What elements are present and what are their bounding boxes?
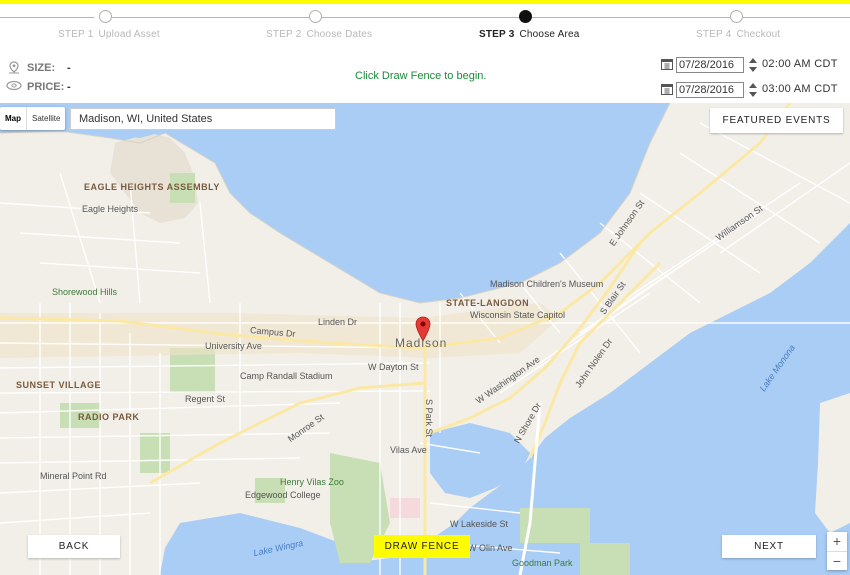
start-date-input[interactable] [676, 57, 744, 73]
start-time-value: 02:00 [762, 58, 792, 70]
map-label-edgewood-college: Edgewood College [245, 490, 321, 500]
map-label-madison: Madison [395, 336, 448, 350]
map-label-w-dayton-st: W Dayton St [368, 362, 419, 372]
step-1-dot[interactable] [99, 10, 112, 23]
step-4-label[interactable]: STEP 4 Checkout [696, 29, 780, 40]
calendar-icon[interactable] [661, 83, 673, 95]
zoom-in-button[interactable]: + [827, 532, 847, 551]
step-connector [106, 17, 309, 18]
map-label-linden-dr: Linden Dr [318, 317, 358, 327]
price-row: PRICE: - [27, 81, 71, 93]
start-datetime: 02:00 AM CDT [661, 57, 846, 73]
start-time[interactable]: 02:00 AM CDT [762, 58, 838, 70]
step-connector [532, 17, 730, 18]
end-time-value: 03:00 [762, 83, 792, 95]
step-title: Choose Area [519, 29, 580, 40]
map-label-goodman-park: Goodman Park [512, 558, 573, 568]
step-number: STEP 2 [266, 29, 302, 40]
map-label-childrens-museum: Madison Children's Museum [490, 279, 604, 289]
map-label-state-langdon: STATE-LANGDON [446, 298, 530, 308]
map-canvas[interactable]: Madison EAGLE HEIGHTS ASSEMBLY Eagle Hei… [0, 103, 850, 575]
next-button[interactable]: NEXT [722, 535, 816, 558]
zoom-controls: + − [827, 532, 847, 570]
step-title: Choose Dates [306, 29, 373, 40]
map-label-shorewood-hills: Shorewood Hills [52, 287, 118, 297]
map-label-camp-randall: Camp Randall Stadium [240, 371, 333, 381]
map-label-eagle-heights: Eagle Heights [82, 204, 139, 214]
price-value: - [67, 81, 71, 93]
size-row: SIZE: - [27, 62, 71, 74]
map-label-olin-ave: W Olin Ave [468, 543, 513, 553]
size-label: SIZE: [27, 62, 56, 74]
draw-fence-button[interactable]: DRAW FENCE [374, 535, 470, 558]
zoom-out-button[interactable]: − [827, 551, 847, 571]
end-time[interactable]: 03:00 AM CDT [762, 83, 838, 95]
map-label-capitol: Wisconsin State Capitol [470, 310, 566, 320]
end-time-ampm: AM [793, 83, 811, 95]
featured-events-button[interactable]: FEATURED EVENTS [710, 108, 843, 133]
step-number: STEP 4 [696, 29, 732, 40]
end-datetime: 03:00 AM CDT [661, 82, 846, 98]
price-label: PRICE: [27, 81, 65, 93]
map-label-s-park-st: S Park St [424, 398, 435, 438]
end-time-tz: CDT [814, 83, 838, 95]
map-label-vilas-ave: Vilas Ave [390, 445, 427, 455]
calendar-icon[interactable] [661, 58, 673, 70]
start-time-tz: CDT [814, 58, 838, 70]
back-button[interactable]: BACK [28, 535, 120, 558]
step-title: Checkout [736, 29, 781, 40]
step-4-dot[interactable] [730, 10, 743, 23]
location-search-input[interactable] [70, 108, 336, 130]
step-connector [742, 17, 850, 18]
start-time-spinner-icon[interactable] [748, 57, 758, 73]
step-3-label[interactable]: STEP 3 Choose Area [479, 29, 580, 40]
step-connector [321, 17, 520, 18]
map-label-regent-st: Regent St [185, 394, 226, 404]
money-icon [6, 80, 22, 91]
step-number: STEP 1 [58, 29, 94, 40]
size-value: - [67, 62, 71, 74]
map-label-radio-park: RADIO PARK [78, 412, 140, 422]
step-title: Upload Asset [98, 29, 160, 40]
map-label-mineral-point-rd: Mineral Point Rd [40, 471, 107, 481]
map-type-map-button[interactable]: Map [0, 107, 26, 130]
map-label-eagle-heights-assembly: EAGLE HEIGHTS ASSEMBLY [84, 182, 220, 192]
location-pin-icon [9, 61, 19, 74]
map-type-toggle: Map Satellite [0, 107, 66, 130]
map-label-university-ave: University Ave [205, 341, 262, 351]
step-2-label[interactable]: STEP 2 Choose Dates [266, 29, 372, 40]
draw-fence-hint: Click Draw Fence to begin. [355, 70, 487, 82]
end-date-input[interactable] [676, 82, 744, 98]
start-time-ampm: AM [793, 58, 811, 70]
end-time-spinner-icon[interactable] [748, 82, 758, 98]
step-progress: STEP 1 Upload Asset STEP 2 Choose Dates ST… [0, 4, 850, 48]
step-3-dot[interactable] [519, 10, 532, 23]
map-label-lakeside-st: W Lakeside St [450, 519, 509, 529]
map-label-henry-vilas-zoo: Henry Vilas Zoo [280, 477, 344, 487]
step-connector [0, 17, 94, 18]
step-number: STEP 3 [479, 29, 515, 40]
step-1-label[interactable]: STEP 1 Upload Asset [58, 29, 160, 40]
map-label-sunset-village: SUNSET VILLAGE [16, 380, 102, 390]
map-type-satellite-button[interactable]: Satellite [26, 107, 65, 130]
step-2-dot[interactable] [309, 10, 322, 23]
